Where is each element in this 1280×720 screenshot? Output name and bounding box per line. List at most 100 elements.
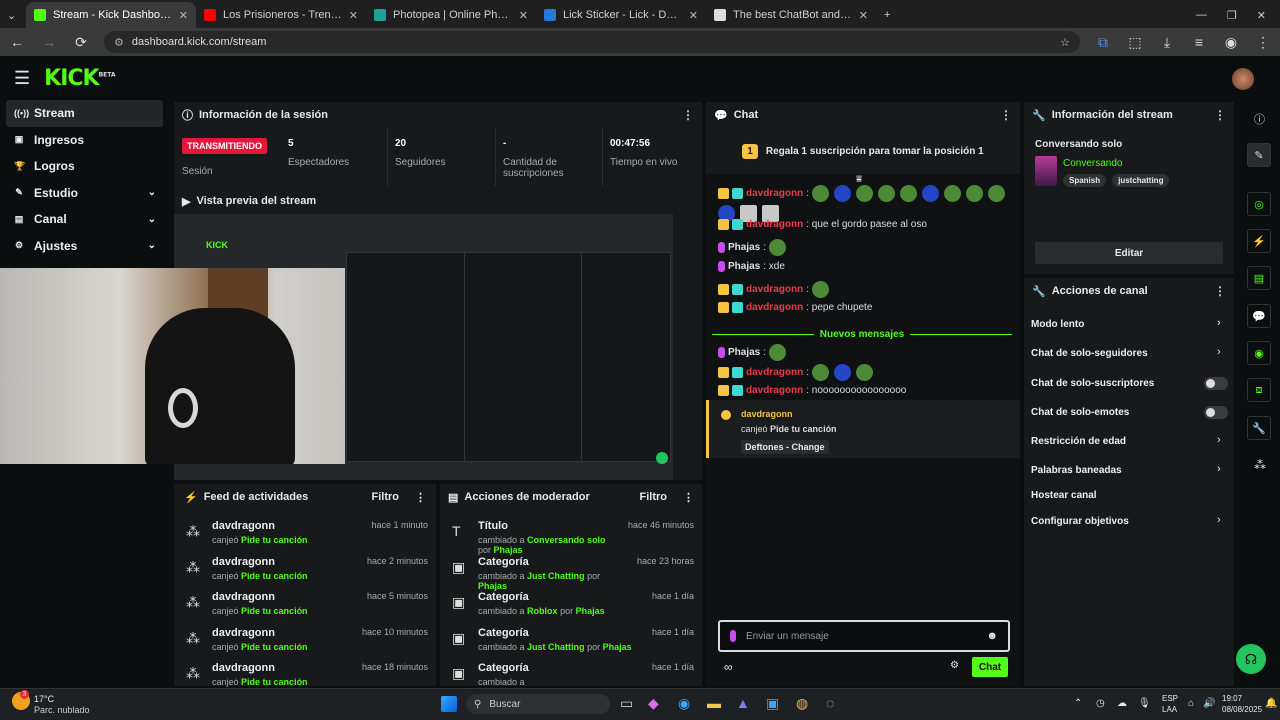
onedrive-icon[interactable]: ☁ bbox=[1117, 698, 1127, 709]
channel-actions-more-icon[interactable]: ⋮ bbox=[1214, 284, 1226, 298]
kick-logo[interactable]: KICKBETA bbox=[44, 66, 115, 91]
site-info-icon[interactable]: ⚙ bbox=[114, 36, 124, 49]
toggle-switch[interactable] bbox=[1204, 406, 1228, 419]
emote-icon[interactable] bbox=[878, 185, 896, 202]
bookmark-star-icon[interactable]: ☆ bbox=[1060, 36, 1070, 49]
task-view-icon[interactable]: ▭ bbox=[620, 695, 633, 712]
back-icon[interactable]: ← bbox=[8, 34, 26, 50]
channel-action-item[interactable]: Configurar objetivos bbox=[1031, 516, 1129, 527]
send-chat-button[interactable]: Chat bbox=[972, 657, 1008, 677]
url-field[interactable]: ⚙ dashboard.kick.com/stream ☆ bbox=[104, 31, 1080, 53]
maximize-icon[interactable]: ❐ bbox=[1227, 9, 1237, 22]
stream-info-more-icon[interactable]: ⋮ bbox=[1214, 108, 1226, 122]
close-window-icon[interactable]: ✕ bbox=[1257, 9, 1266, 22]
sidebar-item-ingresos[interactable]: ▣ Ingresos bbox=[0, 127, 170, 154]
sidebar-item-stream[interactable]: ((•)) Stream bbox=[6, 100, 163, 127]
chat-username[interactable]: Phajas bbox=[728, 242, 760, 253]
new-tab-button[interactable]: + bbox=[876, 2, 902, 28]
emote-icon[interactable] bbox=[834, 185, 852, 202]
tab-close-icon[interactable]: ✕ bbox=[689, 9, 698, 22]
emote-icon[interactable] bbox=[922, 185, 940, 202]
activity-rail-icon[interactable]: ⁂ bbox=[1254, 458, 1266, 472]
chevron-down-icon[interactable]: ⌄ bbox=[148, 214, 156, 225]
toggle-switch[interactable] bbox=[1204, 377, 1228, 390]
extensions-icon[interactable]: ⬚ bbox=[1126, 34, 1144, 51]
chevron-right-icon[interactable]: › bbox=[1217, 434, 1221, 446]
volume-icon[interactable]: 🔊 bbox=[1203, 698, 1215, 709]
emote-icon[interactable] bbox=[812, 281, 830, 298]
tray-chevron-icon[interactable]: ⌃ bbox=[1074, 698, 1082, 709]
moderator-rail-icon[interactable]: ⧈ bbox=[1247, 378, 1271, 402]
info-rail-icon[interactable]: ⓘ bbox=[1254, 111, 1265, 127]
chevron-down-icon[interactable]: ⌄ bbox=[148, 240, 156, 251]
sidebar-item-estudio[interactable]: ✎ Estudio ⌄ bbox=[0, 180, 170, 207]
translate-icon[interactable]: ⧉ bbox=[1094, 34, 1112, 51]
category-name[interactable]: Conversando bbox=[1063, 158, 1122, 169]
emote-icon[interactable] bbox=[812, 185, 830, 202]
chat-username[interactable]: Phajas bbox=[728, 347, 760, 358]
chat-username[interactable]: davdragonn bbox=[746, 367, 803, 378]
network-icon[interactable]: ⌂ bbox=[1188, 698, 1194, 709]
taskbar-search[interactable]: ⚲ Buscar bbox=[466, 694, 610, 714]
emote-icon[interactable] bbox=[769, 239, 787, 256]
chevron-right-icon[interactable]: › bbox=[1217, 317, 1221, 329]
tray-app-icon[interactable]: ◷ bbox=[1096, 698, 1105, 709]
browser-tab[interactable]: The best ChatBot and Widgets ✕ bbox=[706, 2, 876, 28]
language-layout[interactable]: LAA bbox=[1162, 705, 1177, 714]
emote-icon[interactable] bbox=[988, 185, 1006, 202]
chat-username[interactable]: davdragonn bbox=[746, 302, 803, 313]
pin-icon[interactable]: ⩸ bbox=[856, 174, 862, 185]
edge-icon[interactable]: ◉ bbox=[678, 695, 690, 712]
mod-filter-button[interactable]: Filtro bbox=[640, 491, 668, 503]
start-icon[interactable] bbox=[441, 696, 457, 712]
reload-icon[interactable]: ⟳ bbox=[72, 34, 90, 51]
notifications-icon[interactable]: 🔔 bbox=[1265, 698, 1277, 709]
chevron-right-icon[interactable]: › bbox=[1217, 514, 1221, 526]
emote-icon[interactable] bbox=[966, 185, 984, 202]
chat-rail-icon[interactable]: 💬 bbox=[1247, 304, 1271, 328]
chevron-right-icon[interactable]: › bbox=[1217, 346, 1221, 358]
browser-tab[interactable]: Photopea | Online Photo Editor ✕ bbox=[366, 2, 536, 28]
tab-close-icon[interactable]: ✕ bbox=[349, 9, 358, 22]
chevron-right-icon[interactable]: › bbox=[1217, 463, 1221, 475]
sidebar-item-canal[interactable]: ▤ Canal ⌄ bbox=[0, 206, 170, 233]
channel-action-item[interactable]: Chat de solo-seguidores bbox=[1031, 348, 1148, 359]
chat-input[interactable]: Enviar un mensaje ☻ bbox=[718, 620, 1010, 652]
chat-username[interactable]: davdragonn bbox=[746, 219, 803, 230]
user-avatar[interactable] bbox=[1232, 68, 1254, 90]
reading-list-icon[interactable]: ≡ bbox=[1190, 34, 1208, 50]
channel-action-item[interactable]: Restricción de edad bbox=[1031, 436, 1126, 447]
chat-username[interactable]: davdragonn bbox=[746, 188, 803, 199]
store-icon[interactable]: ▣ bbox=[766, 695, 779, 712]
gift-leaderboard[interactable]: 1 Regala 1 suscripción para tomar la pos… bbox=[706, 128, 1020, 174]
edit-rail-icon[interactable]: ✎ bbox=[1247, 143, 1271, 167]
tag-spanish[interactable]: Spanish bbox=[1063, 174, 1107, 187]
mic-tray-icon[interactable]: 🎙 bbox=[1138, 698, 1151, 709]
chat-username[interactable]: davdragonn bbox=[746, 385, 803, 396]
emoji-picker-icon[interactable]: ☻ bbox=[986, 630, 998, 642]
sidebar-item-ajustes[interactable]: ⚙ Ajustes ⌄ bbox=[0, 233, 170, 260]
feed-filter-button[interactable]: Filtro bbox=[372, 491, 400, 503]
emote-icon[interactable] bbox=[944, 185, 962, 202]
download-icon[interactable]: ⤓ bbox=[1158, 34, 1176, 51]
obs-icon[interactable]: ◌ bbox=[826, 695, 834, 711]
tab-list-button[interactable]: ⌄ bbox=[0, 2, 26, 28]
browser-menu-icon[interactable]: ⋮ bbox=[1254, 34, 1272, 51]
feed-more-icon[interactable]: ⋮ bbox=[415, 491, 426, 504]
emote-icon[interactable] bbox=[812, 364, 830, 381]
emote-icon[interactable] bbox=[856, 364, 874, 381]
file-explorer-icon[interactable]: ▬ bbox=[707, 695, 721, 711]
teams-icon[interactable]: ▲ bbox=[736, 695, 750, 711]
tab-close-icon[interactable]: ✕ bbox=[179, 9, 188, 22]
channel-action-item[interactable]: Modo lento bbox=[1031, 319, 1084, 330]
edit-stream-button[interactable]: Editar bbox=[1035, 242, 1223, 264]
minimize-icon[interactable]: — bbox=[1196, 9, 1207, 22]
profile-icon[interactable]: ◉ bbox=[1222, 34, 1240, 51]
mod-more-icon[interactable]: ⋮ bbox=[683, 491, 694, 504]
support-chat-icon[interactable]: ☊ bbox=[1236, 644, 1266, 674]
focus-rail-icon[interactable]: ◎ bbox=[1247, 192, 1271, 216]
hamburger-menu-icon[interactable]: ☰ bbox=[14, 68, 30, 89]
more-options-icon[interactable]: ⋮ bbox=[682, 108, 694, 122]
tab-close-icon[interactable]: ✕ bbox=[859, 9, 868, 22]
browser-tab[interactable]: Los Prisioneros - Tren Al Sur (A ✕ bbox=[196, 2, 366, 28]
